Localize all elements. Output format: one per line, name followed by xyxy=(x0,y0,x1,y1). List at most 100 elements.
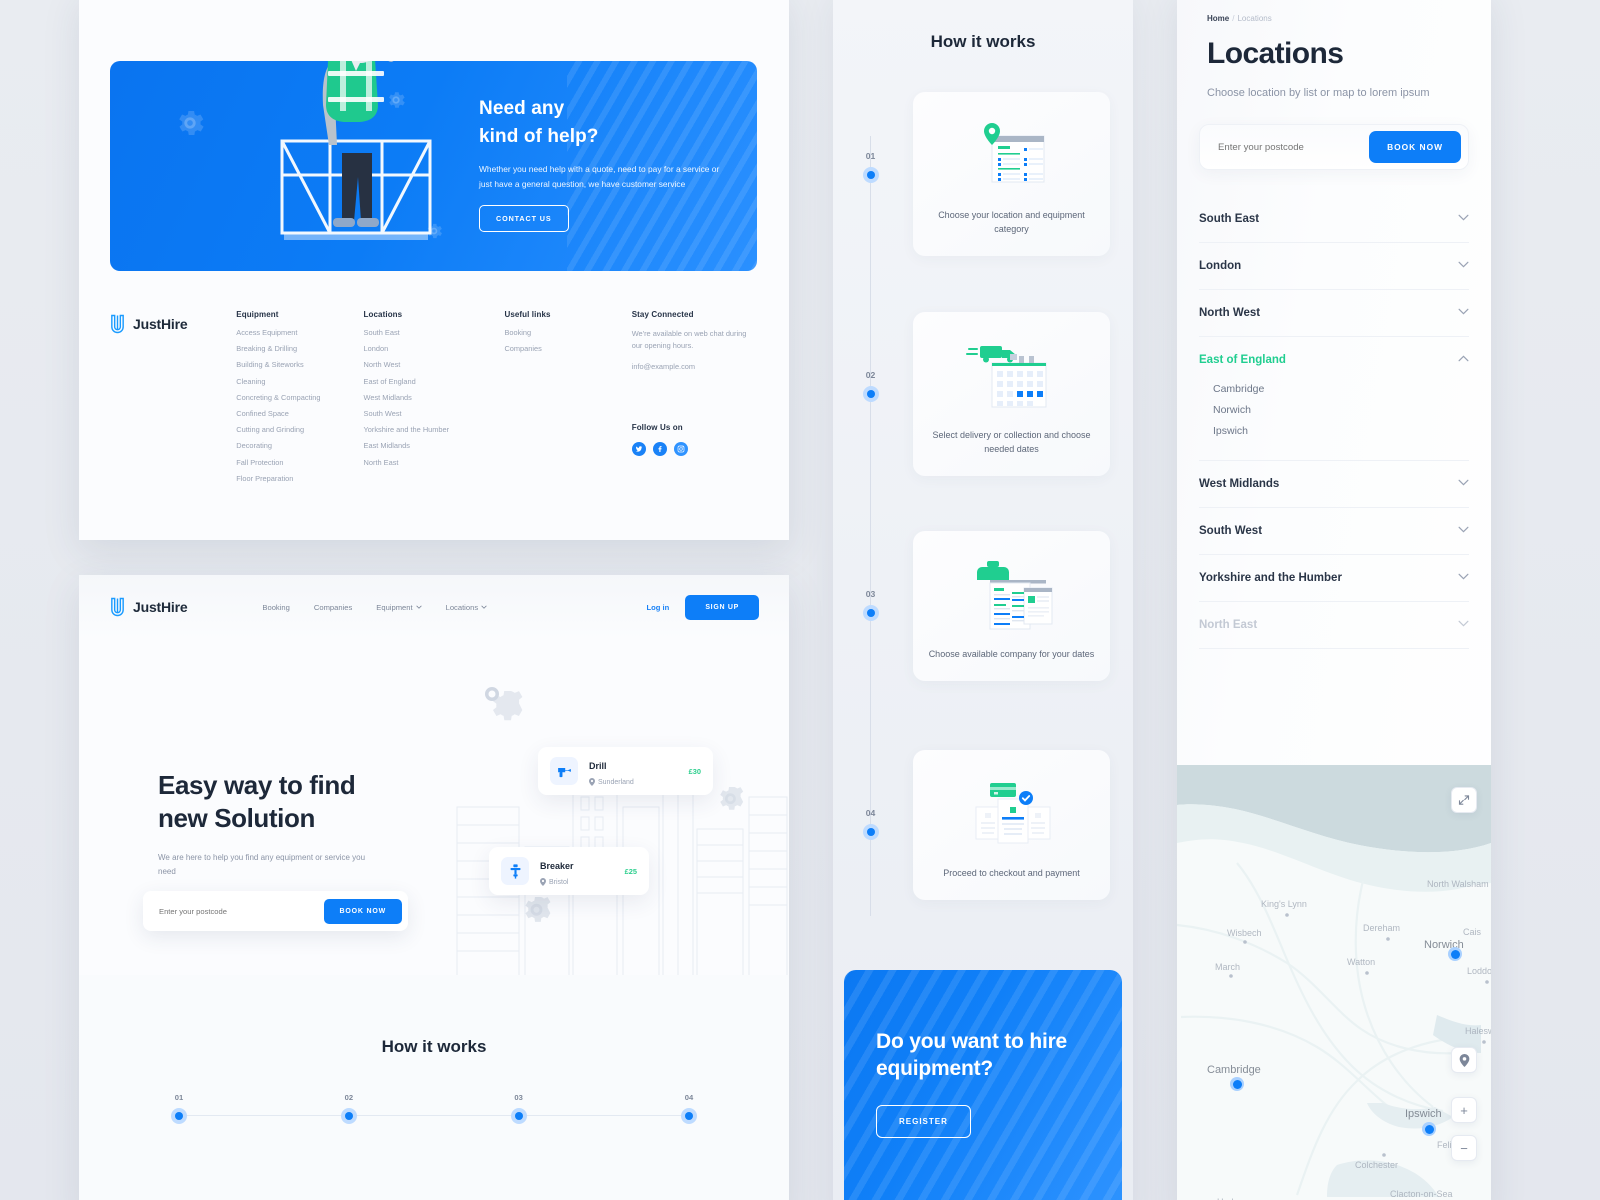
region-header[interactable]: North West xyxy=(1199,290,1469,336)
locations-postcode-search: BOOK NOW xyxy=(1199,124,1469,171)
register-button[interactable]: REGISTER xyxy=(876,1104,971,1138)
footer-link[interactable]: South West xyxy=(364,409,505,418)
navbar-brand[interactable]: JustHire xyxy=(109,597,188,617)
footer-link[interactable]: Building & Siteworks xyxy=(236,360,363,369)
how-it-works-card-02[interactable]: Select delivery or collection and choose… xyxy=(913,312,1110,477)
pin-icon xyxy=(540,878,546,886)
equipment-price: £30 xyxy=(688,766,701,776)
equipment-price: £25 xyxy=(624,866,637,876)
timeline-rail xyxy=(870,136,871,916)
region-header[interactable]: North East xyxy=(1199,602,1469,648)
how-it-works-card-04[interactable]: Proceed to checkout and payment xyxy=(913,750,1110,901)
region-header[interactable]: London xyxy=(1199,243,1469,289)
step-dot xyxy=(510,1108,527,1124)
pin-icon[interactable] xyxy=(1451,1047,1477,1073)
signup-button[interactable]: SIGN UP xyxy=(685,594,759,620)
chevron-down-icon xyxy=(1458,261,1469,271)
timeline-node-01[interactable]: 01 xyxy=(854,151,887,183)
footer-link[interactable]: Floor Preparation xyxy=(236,474,363,483)
locations-page-panel: Home / Locations Locations Choose location… xyxy=(1177,0,1491,1200)
footer-link[interactable]: North West xyxy=(364,360,505,369)
nav-item-booking[interactable]: Booking xyxy=(262,603,289,612)
svg-text:Watton: Watton xyxy=(1347,957,1375,967)
footer-link[interactable]: Companies xyxy=(504,344,631,353)
footer-link[interactable]: Yorkshire and the Humber xyxy=(364,425,505,434)
timeline-node-04[interactable]: 04 xyxy=(854,808,887,840)
site-navbar: JustHire Booking Companies Equipment Loc… xyxy=(79,575,789,639)
region-header[interactable]: Yorkshire and the Humber xyxy=(1199,555,1469,601)
footer-link[interactable]: Confined Space xyxy=(236,409,363,418)
region-header[interactable]: South West xyxy=(1199,508,1469,554)
breadcrumb-home[interactable]: Home xyxy=(1207,14,1229,23)
svg-text:March: March xyxy=(1215,962,1240,972)
footer-link[interactable]: Booking xyxy=(504,328,631,337)
nav-item-equipment[interactable]: Equipment xyxy=(376,603,422,612)
footer-link[interactable]: West Midlands xyxy=(364,393,505,402)
step-connector-line xyxy=(179,1115,689,1116)
footer-link[interactable]: East Midlands xyxy=(364,441,505,450)
region-header[interactable]: South East xyxy=(1199,196,1469,242)
timeline-node-03[interactable]: 03 xyxy=(854,589,887,621)
city-link-norwich[interactable]: Norwich xyxy=(1213,404,1469,416)
how-it-works-card-01[interactable]: Choose your location and equipment categ… xyxy=(913,92,1110,257)
step-description: Choose available company for your dates xyxy=(928,649,1095,659)
zoom-out-button[interactable]: − xyxy=(1451,1135,1477,1161)
stay-connected-body: We're available on web chat during our o… xyxy=(631,329,747,351)
inline-step-04[interactable]: 04 xyxy=(681,1093,697,1124)
postcode-input[interactable] xyxy=(1218,141,1370,153)
inline-step-number: 04 xyxy=(684,1093,694,1102)
footer-link[interactable]: Breaking & Drilling xyxy=(236,344,363,353)
map-marker-ipswich[interactable] xyxy=(1422,1122,1436,1136)
footer-link[interactable]: Decorating xyxy=(236,441,363,450)
zoom-in-button[interactable]: + xyxy=(1451,1097,1477,1123)
city-link-ipswich[interactable]: Ipswich xyxy=(1213,425,1469,437)
locations-map[interactable]: North Walsham King's Lynn Dereham Wisbec… xyxy=(1177,765,1491,1200)
footer-link[interactable]: North East xyxy=(364,458,505,467)
svg-text:Dereham: Dereham xyxy=(1363,923,1400,933)
footer-link[interactable]: Fall Protection xyxy=(236,458,363,467)
footer-link[interactable]: Access Equipment xyxy=(236,328,363,337)
map-marker-cambridge[interactable] xyxy=(1230,1077,1244,1091)
nav-item-locations[interactable]: Locations xyxy=(446,603,488,612)
inline-step-02[interactable]: 02 xyxy=(340,1093,357,1124)
footer-link[interactable]: Cleaning xyxy=(236,377,363,386)
facebook-icon[interactable] xyxy=(652,441,667,456)
svg-text:Loddon: Loddon xyxy=(1467,966,1491,976)
svg-text:Clacton-on-Sea: Clacton-on-Sea xyxy=(1390,1189,1453,1199)
login-link[interactable]: Log in xyxy=(647,603,670,612)
city-link-cambridge[interactable]: Cambridge xyxy=(1213,383,1469,395)
map-marker-norwich[interactable] xyxy=(1448,947,1462,961)
pin-icon xyxy=(589,778,595,786)
how-it-works-card-03[interactable]: Choose available company for your dates xyxy=(913,531,1110,682)
region-header[interactable]: East of England xyxy=(1199,337,1469,383)
contact-us-button[interactable]: CONTACT US xyxy=(479,205,569,232)
footer-link[interactable]: Concreting & Compacting xyxy=(236,393,363,402)
equipment-location: Bristol xyxy=(540,878,574,886)
equipment-card-drill[interactable]: Drill Sunderland £30 xyxy=(538,747,713,795)
footer-link[interactable]: Cutting and Grinding xyxy=(236,425,363,434)
inline-step-03[interactable]: 03 xyxy=(510,1093,527,1124)
justhire-logo-icon xyxy=(111,597,124,617)
footer-link[interactable]: London xyxy=(364,344,505,353)
contact-email-link[interactable]: info@example.com xyxy=(632,362,759,371)
book-now-button[interactable]: BOOK NOW xyxy=(1369,131,1461,164)
nav-item-companies[interactable]: Companies xyxy=(314,603,352,612)
timeline-node-02[interactable]: 02 xyxy=(854,370,887,402)
equipment-card-breaker[interactable]: Breaker Bristol £25 xyxy=(489,847,649,895)
footer-brand[interactable]: JustHire xyxy=(109,310,236,334)
instagram-icon[interactable] xyxy=(673,441,688,456)
equipment-name: Drill xyxy=(589,761,607,771)
step-dot xyxy=(171,1108,187,1124)
worker-illustration xyxy=(280,61,432,240)
postcode-input[interactable] xyxy=(159,906,324,916)
inline-step-01[interactable]: 01 xyxy=(171,1093,187,1124)
svg-text:King's Lynn: King's Lynn xyxy=(1261,899,1307,909)
help-banner-title: Need any kind of help? xyxy=(479,95,729,150)
expand-icon[interactable] xyxy=(1451,787,1477,813)
footer-link[interactable]: South East xyxy=(364,328,505,337)
region-header[interactable]: West Midlands xyxy=(1199,461,1469,507)
twitter-icon[interactable] xyxy=(631,441,646,456)
primary-nav: Booking Companies Equipment Locations xyxy=(262,603,487,612)
footer-link[interactable]: East of England xyxy=(364,377,505,386)
book-now-button[interactable]: BOOK NOW xyxy=(323,898,402,924)
